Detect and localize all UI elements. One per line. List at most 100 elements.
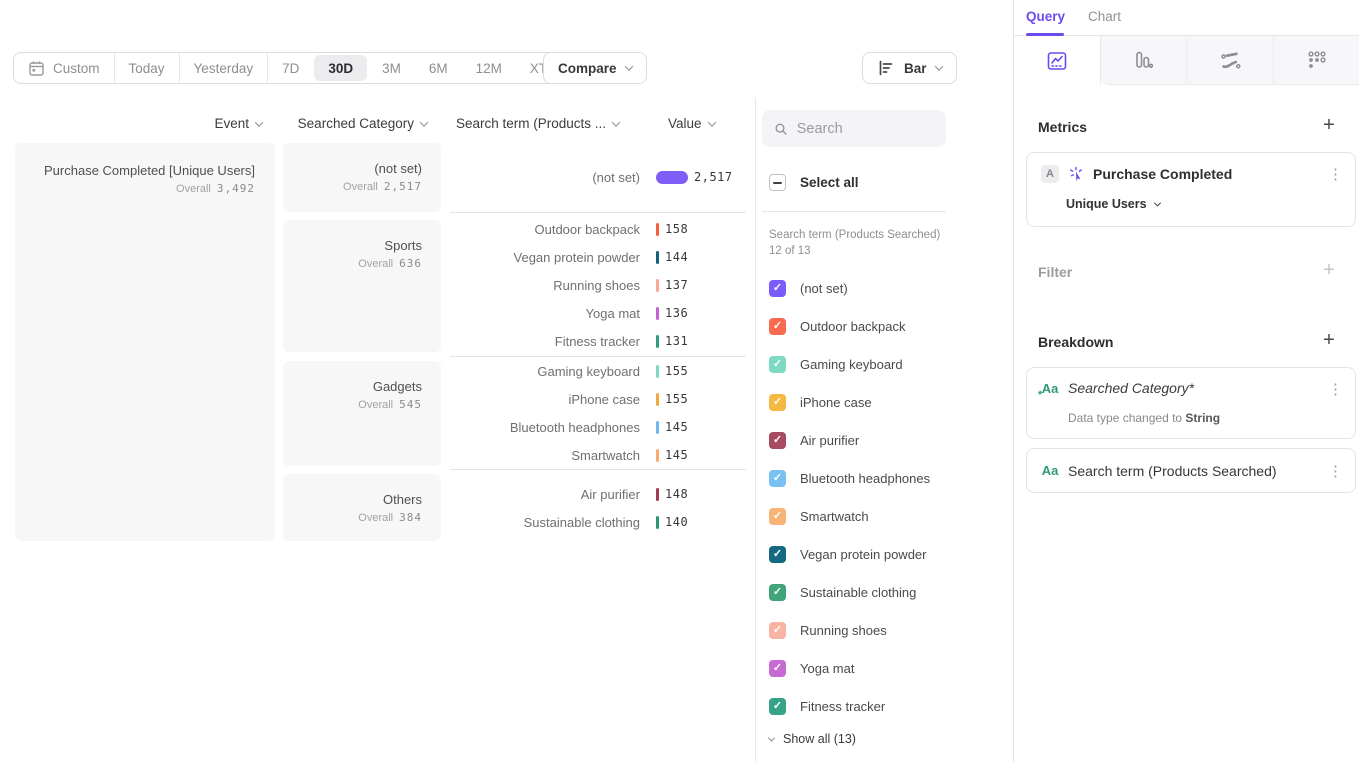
column-header-searched-category[interactable]: Searched Category bbox=[283, 116, 427, 131]
chevron-down-icon bbox=[612, 118, 620, 126]
tab-chart[interactable]: Chart bbox=[1088, 0, 1121, 34]
value-bar bbox=[656, 171, 688, 184]
funnels-icon bbox=[1132, 49, 1154, 71]
check-icon: ✓ bbox=[773, 587, 782, 598]
checkbox-checked[interactable]: ✓ bbox=[769, 622, 786, 639]
checkbox-checked[interactable]: ✓ bbox=[769, 698, 786, 715]
term-group: Outdoor backpack 158 Vegan protein powde… bbox=[450, 213, 746, 357]
filter-item[interactable]: ✓Smartwatch bbox=[769, 497, 930, 535]
date-range-12m[interactable]: 12M bbox=[462, 53, 516, 83]
breakdown-card[interactable]: Aa Search term (Products Searched) ⋮ bbox=[1026, 448, 1356, 493]
metric-letter-badge: A bbox=[1041, 165, 1059, 183]
tab-flows[interactable] bbox=[1186, 36, 1273, 85]
breakdown-card[interactable]: *Aa Searched Category* ⋮ Data type chang… bbox=[1026, 367, 1356, 439]
value-bar bbox=[656, 365, 659, 378]
value-bar bbox=[656, 223, 659, 236]
filter-item[interactable]: ✓Air purifier bbox=[769, 421, 930, 459]
checkbox-checked[interactable]: ✓ bbox=[769, 584, 786, 601]
tab-query[interactable]: Query bbox=[1026, 0, 1065, 34]
calendar-icon bbox=[28, 60, 45, 77]
metric-card[interactable]: A Purchase Completed ⋮ Unique Users bbox=[1026, 152, 1356, 227]
check-icon: ✓ bbox=[773, 283, 782, 294]
term-group: Gaming keyboard 155 iPhone case 155 Blue… bbox=[450, 357, 746, 470]
filter-item[interactable]: ✓Bluetooth headphones bbox=[769, 459, 930, 497]
select-all[interactable]: Select all bbox=[769, 174, 859, 191]
checkbox-checked[interactable]: ✓ bbox=[769, 660, 786, 677]
metrics-heading: Metrics bbox=[1038, 119, 1087, 135]
compare-button[interactable]: Compare bbox=[543, 52, 647, 84]
checkbox-checked[interactable]: ✓ bbox=[769, 318, 786, 335]
checkbox-checked[interactable]: ✓ bbox=[769, 280, 786, 297]
checkbox-checked[interactable]: ✓ bbox=[769, 546, 786, 563]
filter-caption: Search term (Products Searched) 12 of 13 bbox=[769, 227, 945, 259]
term-group: (not set) 2,517 bbox=[450, 143, 746, 213]
value-bar bbox=[656, 307, 659, 320]
date-range-today[interactable]: Today bbox=[115, 53, 180, 83]
checkbox-checked[interactable]: ✓ bbox=[769, 432, 786, 449]
flows-icon bbox=[1219, 49, 1241, 71]
date-range-custom[interactable]: Custom bbox=[14, 53, 115, 83]
check-icon: ✓ bbox=[773, 663, 782, 674]
category-cell: Sports Overall636 bbox=[283, 220, 441, 352]
check-icon: ✓ bbox=[773, 625, 782, 636]
filter-item[interactable]: ✓Gaming keyboard bbox=[769, 345, 930, 383]
table-row: Air purifier 148 bbox=[450, 480, 746, 508]
filter-item[interactable]: ✓iPhone case bbox=[769, 383, 930, 421]
term-group: Air purifier 148 Sustainable clothing 14… bbox=[450, 470, 746, 536]
date-range-6m[interactable]: 6M bbox=[415, 53, 462, 83]
filter-item[interactable]: ✓(not set) bbox=[769, 269, 930, 307]
value-bar bbox=[656, 421, 659, 434]
search-box[interactable] bbox=[762, 110, 946, 147]
show-all-toggle[interactable]: Show all (13) bbox=[769, 732, 856, 746]
date-range-3m[interactable]: 3M bbox=[368, 53, 415, 83]
kebab-menu-icon[interactable]: ⋮ bbox=[1328, 462, 1343, 480]
column-header-event[interactable]: Event bbox=[15, 116, 262, 131]
table-row: Smartwatch 145 bbox=[450, 441, 746, 469]
table-row: Sustainable clothing 140 bbox=[450, 508, 746, 536]
kebab-menu-icon[interactable]: ⋮ bbox=[1328, 380, 1343, 398]
filter-item[interactable]: ✓Yoga mat bbox=[769, 649, 930, 687]
value-bar bbox=[656, 516, 659, 529]
tab-funnels[interactable] bbox=[1101, 36, 1187, 85]
date-range-7d[interactable]: 7D bbox=[268, 53, 313, 83]
tab-retention[interactable] bbox=[1273, 36, 1359, 85]
column-header-value[interactable]: Value bbox=[668, 116, 715, 131]
value-bar bbox=[656, 488, 659, 501]
filter-item[interactable]: ✓Running shoes bbox=[769, 611, 930, 649]
table-row: Running shoes 137 bbox=[450, 271, 746, 299]
filter-item[interactable]: ✓Sustainable clothing bbox=[769, 573, 930, 611]
date-range-yesterday[interactable]: Yesterday bbox=[180, 53, 269, 83]
report-type-tabs bbox=[1014, 36, 1359, 85]
checkbox-checked[interactable]: ✓ bbox=[769, 470, 786, 487]
filter-item[interactable]: ✓Fitness tracker bbox=[769, 687, 930, 725]
filter-item[interactable]: ✓Outdoor backpack bbox=[769, 307, 930, 345]
event-name: Purchase Completed [Unique Users] bbox=[15, 162, 255, 179]
metric-aggregation-dropdown[interactable]: Unique Users bbox=[1066, 197, 1160, 211]
event-overall: Overall3,492 bbox=[15, 182, 255, 195]
table-row: (not set) 2,517 bbox=[450, 163, 746, 191]
value-bar bbox=[656, 449, 659, 462]
checkbox-checked[interactable]: ✓ bbox=[769, 394, 786, 411]
category-cell: Others Overall384 bbox=[283, 474, 441, 541]
date-range-30d[interactable]: 30D bbox=[314, 55, 367, 81]
query-panel: Query Chart bbox=[1013, 0, 1359, 762]
kebab-menu-icon[interactable]: ⋮ bbox=[1328, 165, 1343, 183]
indeterminate-checkbox[interactable] bbox=[769, 174, 786, 191]
retention-dots-icon bbox=[1305, 49, 1327, 71]
filter-item[interactable]: ✓Vegan protein powder bbox=[769, 535, 930, 573]
checkbox-checked[interactable]: ✓ bbox=[769, 356, 786, 373]
panel-divider bbox=[755, 98, 756, 762]
metric-name: Purchase Completed bbox=[1093, 166, 1232, 182]
add-filter-button[interactable]: + bbox=[1319, 261, 1339, 281]
date-range-label: Custom bbox=[53, 61, 100, 76]
tab-insights[interactable] bbox=[1014, 36, 1101, 85]
chevron-down-icon bbox=[255, 118, 263, 126]
column-header-search-term[interactable]: Search term (Products ... bbox=[456, 116, 619, 131]
search-input[interactable] bbox=[797, 121, 934, 137]
add-breakdown-button[interactable]: + bbox=[1319, 331, 1339, 351]
check-icon: ✓ bbox=[773, 435, 782, 446]
add-metric-button[interactable]: + bbox=[1319, 116, 1339, 136]
filter-heading: Filter bbox=[1038, 264, 1072, 280]
checkbox-checked[interactable]: ✓ bbox=[769, 508, 786, 525]
value-bar bbox=[656, 251, 659, 264]
